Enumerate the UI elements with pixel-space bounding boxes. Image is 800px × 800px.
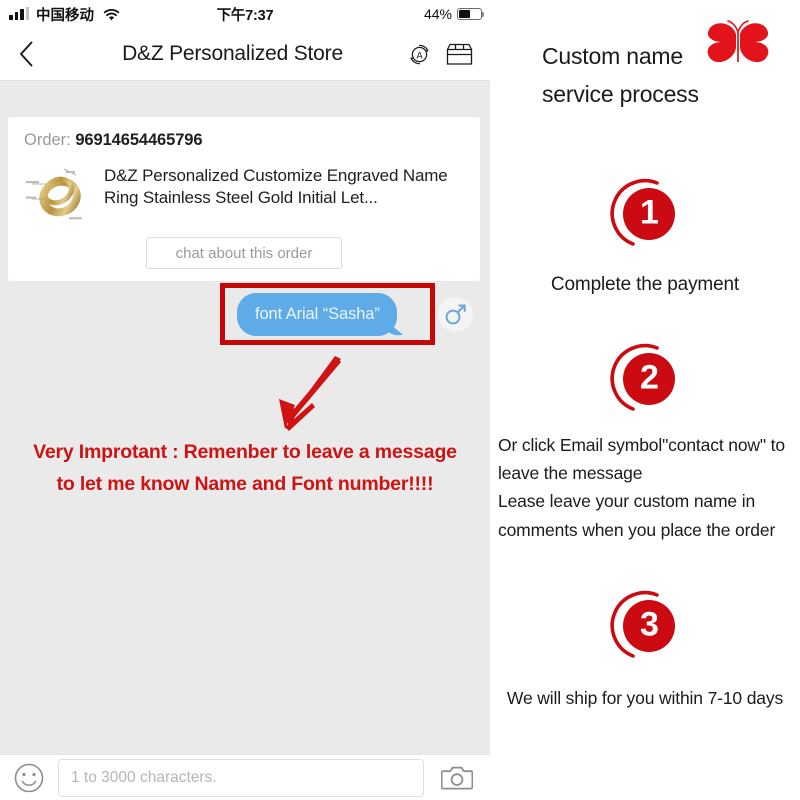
chat-message-row: font Arial “Sasha” [0, 283, 490, 345]
battery-icon [457, 7, 485, 21]
battery-percent-label: 44% [423, 6, 452, 22]
phone-chat-panel: 中国移动 下午7:37 44% D&Z Personalized Store A… [0, 0, 490, 800]
process-step-2: 2 Or click Email symbol"contact now" to … [490, 339, 800, 544]
step-badge-2-icon: 2 [599, 339, 691, 419]
warning-line-1: Very Improtant : Remenber to leave a mes… [33, 441, 457, 463]
step-1-text: Complete the payment [490, 270, 800, 301]
male-gender-symbol-icon [445, 304, 466, 325]
step-3-line-1: We will ship for you within 7-10 days [506, 688, 784, 709]
chevron-left-icon [19, 41, 32, 67]
order-number-row: Order: 96914654465796 [24, 131, 464, 150]
step-2-line-1: Or click Email symbol"contact now" to [498, 434, 785, 455]
chat-bubble-outgoing[interactable]: font Arial “Sasha” [237, 293, 397, 336]
page-title: D&Z Personalized Store [122, 42, 343, 65]
smiley-face-icon [14, 763, 44, 792]
step-number-3: 3 [640, 605, 659, 644]
step-2-text: Or click Email symbol"contact now" to le… [490, 431, 800, 544]
warning-line-2: to let me know Name and Font number!!!! [56, 472, 434, 495]
message-composer-bar [0, 754, 490, 800]
avatar[interactable] [438, 297, 473, 332]
status-bar: 中国移动 下午7:37 44% [0, 0, 490, 28]
order-label: Order: [24, 131, 71, 149]
product-title: D&Z Personalized Customize Engraved Name… [104, 166, 448, 208]
panel-heading: Custom name service process [542, 38, 699, 114]
status-bar-right: 44% [423, 6, 485, 22]
panel-header: Custom name service process [490, 0, 800, 144]
nav-actions: A [407, 42, 474, 67]
svg-text:A: A [416, 50, 423, 61]
storefront-icon[interactable] [445, 42, 474, 67]
step-number-1: 1 [640, 193, 659, 232]
message-input[interactable] [58, 758, 424, 797]
status-bar-time: 下午7:37 [216, 7, 274, 24]
warning-annotation-text: Very Improtant : Remenber to leave a mes… [0, 437, 490, 500]
nav-bar: D&Z Personalized Store A [0, 28, 490, 81]
step-2-line-4: comments when you place the order [498, 519, 776, 540]
gold-ring-product-image[interactable] [24, 161, 90, 227]
camera-button[interactable] [424, 764, 490, 791]
screenshot-root: 中国移动 下午7:37 44% D&Z Personalized Store A… [0, 0, 800, 800]
panel-heading-line-2: service process [542, 80, 699, 107]
emoji-button[interactable] [0, 762, 58, 794]
order-body: D&Z Personalized Customize Engraved Name… [24, 161, 464, 227]
red-down-left-arrow-icon [265, 355, 365, 435]
process-step-1: 1 Complete the payment [490, 174, 800, 301]
back-button[interactable] [0, 41, 52, 67]
step-2-line-3: Lease leave your custom name in [498, 491, 756, 512]
step-badge-3-icon: 3 [599, 586, 691, 666]
chat-about-order-button[interactable]: chat about this order [146, 237, 342, 269]
service-process-panel: Custom name service process 1 Complete t… [490, 0, 800, 800]
order-card: Order: 96914654465796 D&Z Personalized C… [8, 117, 480, 281]
order-number: 96914654465796 [75, 131, 203, 149]
translate-icon[interactable]: A [407, 42, 432, 67]
step-badge-1-icon: 1 [599, 174, 691, 254]
panel-heading-line-1: Custom name [542, 43, 683, 69]
camera-icon [441, 766, 473, 790]
process-step-3: 3 We will ship for you within 7-10 days [490, 586, 800, 712]
step-1-line-1: Complete the payment [550, 274, 740, 295]
step-number-2: 2 [640, 358, 659, 397]
step-2-line-2: leave the message [498, 463, 643, 484]
red-butterfly-icon [702, 20, 774, 81]
step-3-text: We will ship for you within 7-10 days [490, 684, 800, 712]
